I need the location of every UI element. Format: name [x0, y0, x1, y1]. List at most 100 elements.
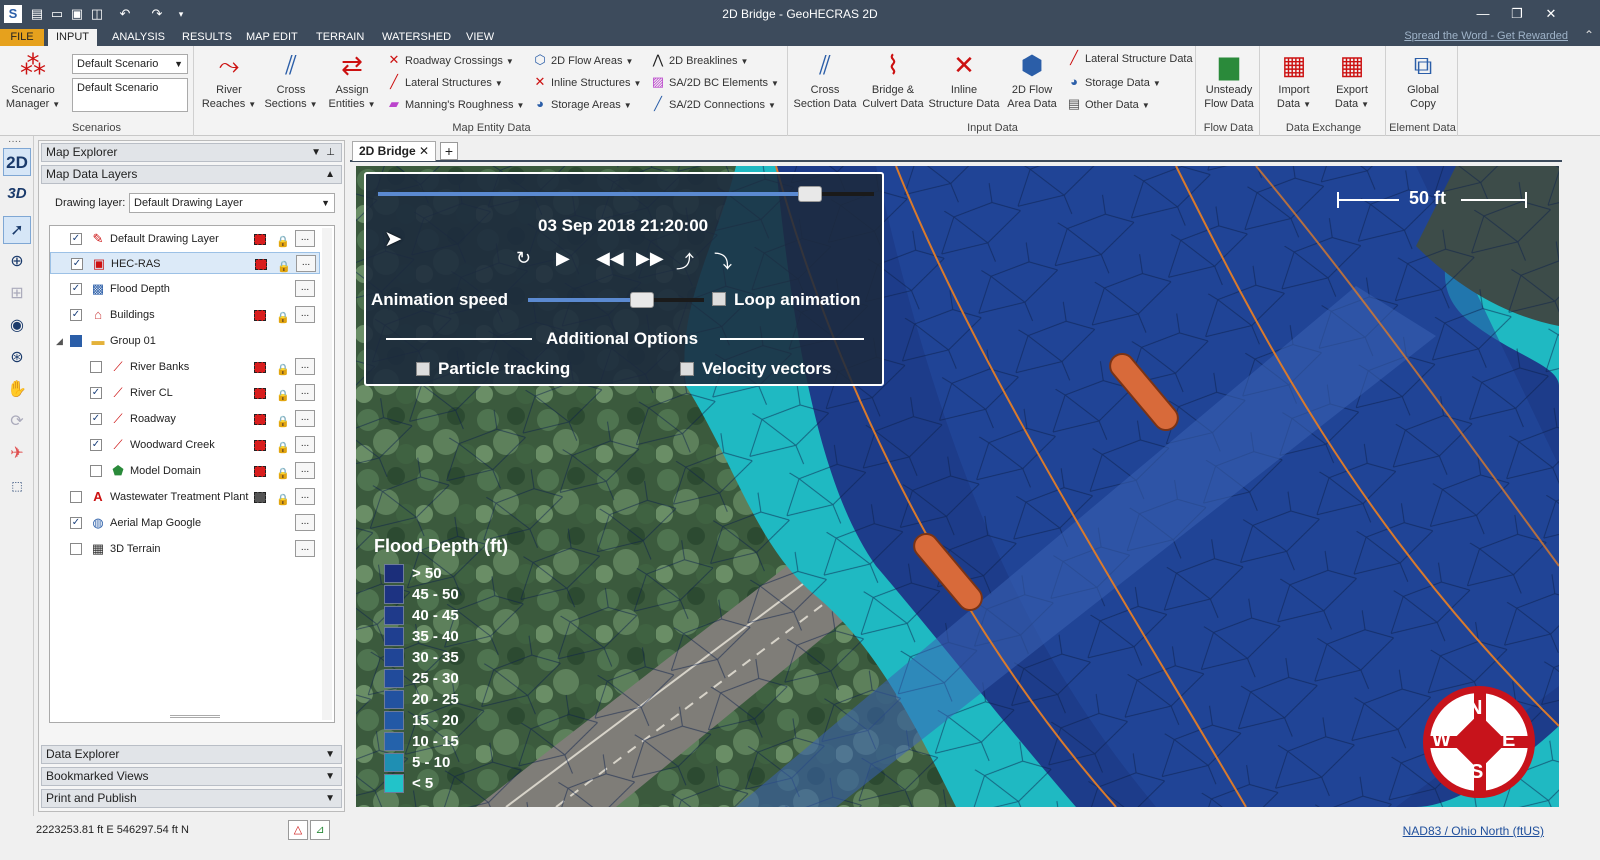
inline-structures-button[interactable]: ✕ Inline Structures ▼	[532, 72, 642, 92]
lock-icon[interactable]: 🔒	[277, 256, 291, 273]
tab-file[interactable]: FILE	[0, 29, 44, 46]
river-reaches-button[interactable]: ⤳ River Reaches ▼	[200, 49, 258, 115]
zoom-extents-icon[interactable]: ⊛	[3, 344, 31, 372]
velocity-vectors-checkbox[interactable]	[680, 362, 694, 376]
drawing-layer-combo[interactable]: Default Drawing Layer ▼	[129, 193, 335, 213]
layer-options-button[interactable]: ...	[295, 436, 315, 453]
layer-row[interactable]: ✓ ⟋ Roadway 🔒 ...	[50, 408, 320, 430]
layer-color-swatch[interactable]	[254, 492, 266, 503]
2d-breaklines-button[interactable]: ⋀ 2D Breaklines ▼	[650, 50, 749, 70]
close-button[interactable]: ✕	[1536, 2, 1566, 26]
lateral-structures-button[interactable]: ╱ Lateral Structures ▼	[386, 72, 503, 92]
bookmarked-views-header[interactable]: Bookmarked Views ▼	[41, 767, 342, 786]
layer-row[interactable]: A Wastewater Treatment Plant 🔒 ...	[50, 486, 320, 508]
particle-tracking-checkbox[interactable]	[416, 362, 430, 376]
promo-link[interactable]: Spread the Word - Get Rewarded	[1404, 30, 1568, 42]
layer-checkbox[interactable]: ✓	[70, 309, 82, 321]
speed-slider-thumb[interactable]	[630, 292, 655, 308]
layer-row[interactable]: ▦ 3D Terrain ...	[50, 538, 320, 560]
unsteady-flow-data-button[interactable]: ▆ Unsteady Flow Data	[1200, 49, 1258, 115]
print-publish-header[interactable]: Print and Publish ▼	[41, 789, 342, 808]
scenario-combo[interactable]: Default Scenario ▼	[72, 54, 188, 74]
layer-options-button[interactable]: ...	[295, 462, 315, 479]
2d-flow-areas-button[interactable]: ⬡ 2D Flow Areas ▼	[532, 50, 633, 70]
layer-options-button[interactable]: ...	[295, 384, 315, 401]
layer-color-swatch[interactable]	[254, 362, 266, 373]
layer-color-swatch[interactable]	[254, 440, 266, 451]
lock-icon[interactable]: 🔒	[276, 231, 290, 248]
lateral-structure-data-button[interactable]: ╱ Lateral Structure Data	[1066, 48, 1193, 68]
layer-row[interactable]: ✓ ⟋ Woodward Creek 🔒 ...	[50, 434, 320, 456]
restore-button[interactable]: ❐	[1502, 2, 1532, 26]
profile-icon[interactable]: ⬚	[3, 472, 31, 500]
layer-checkbox[interactable]	[90, 465, 102, 477]
minimize-button[interactable]: —	[1468, 2, 1498, 26]
tab-watershed[interactable]: WATERSHED	[374, 29, 459, 46]
layer-row[interactable]: ✓ ▣ HEC-RAS 🔒 ...	[50, 252, 320, 274]
layer-checkbox[interactable]	[90, 361, 102, 373]
layer-color-swatch[interactable]	[254, 414, 266, 425]
2d-flow-area-data-button[interactable]: ⬢ 2D Flow Area Data	[1002, 49, 1062, 115]
layer-options-button[interactable]: ...	[296, 255, 316, 272]
layer-color-swatch[interactable]	[254, 234, 266, 245]
add-tab-button[interactable]: +	[440, 142, 458, 160]
ortho-icon[interactable]: ⊿	[310, 820, 330, 840]
layer-options-button[interactable]: ...	[295, 488, 315, 505]
zoom-in-icon[interactable]: ⊕	[3, 248, 31, 276]
layer-color-swatch[interactable]	[254, 466, 266, 477]
export-data-button[interactable]: ▦ Export Data ▼	[1326, 49, 1378, 115]
replay-icon[interactable]: ↻	[516, 248, 531, 269]
map-view[interactable]: 03 Sep 2018 21:20:00 ↻ ▶ ◀◀ ▶▶ ⤴ ⤵ Anima…	[356, 166, 1559, 807]
storage-data-button[interactable]: ◕ Storage Data ▼	[1066, 72, 1161, 92]
fast-forward-icon[interactable]: ▶▶	[636, 248, 664, 269]
scenario-list[interactable]: Default Scenario	[72, 78, 188, 112]
layer-checkbox[interactable]: ✓	[70, 283, 82, 295]
projection-link[interactable]: NAD83 / Ohio North (ftUS)	[1403, 824, 1544, 838]
map-data-layers-header[interactable]: Map Data Layers ▲	[41, 165, 342, 184]
layer-row[interactable]: ⬟ Model Domain 🔒 ...	[50, 460, 320, 482]
collapse-ribbon-icon[interactable]: ⌃	[1584, 28, 1594, 42]
other-data-button[interactable]: ▤ Other Data ▼	[1066, 94, 1150, 114]
layer-checkbox[interactable]	[70, 335, 82, 347]
loop-animation-checkbox[interactable]	[712, 292, 726, 306]
layer-checkbox[interactable]	[70, 491, 82, 503]
tab-input[interactable]: INPUT	[48, 29, 97, 46]
layer-color-swatch[interactable]	[254, 310, 266, 321]
layer-row[interactable]: ✓ ▩ Flood Depth ...	[50, 278, 320, 300]
pan-hand-icon[interactable]: ✋	[3, 376, 31, 404]
cross-sections-button[interactable]: ⫽ Cross Sections ▼	[262, 49, 320, 115]
snap-icon[interactable]: △	[288, 820, 308, 840]
layer-options-button[interactable]: ...	[295, 514, 315, 531]
tab-terrain[interactable]: TERRAIN	[308, 29, 372, 46]
layer-checkbox[interactable]: ✓	[71, 258, 83, 270]
storage-areas-button[interactable]: ◕ Storage Areas ▼	[532, 94, 632, 114]
layer-checkbox[interactable]: ✓	[70, 517, 82, 529]
layer-row[interactable]: ✓ ⌂ Buildings 🔒 ...	[50, 304, 320, 326]
layer-checkbox[interactable]: ✓	[90, 439, 102, 451]
lock-icon[interactable]: 🔒	[276, 359, 290, 376]
layer-checkbox[interactable]: ✓	[70, 233, 82, 245]
splitter-grip[interactable]	[170, 715, 220, 718]
step-forward-icon[interactable]: ⤵	[714, 248, 732, 274]
lock-icon[interactable]: 🔒	[276, 385, 290, 402]
layer-color-swatch[interactable]	[255, 259, 267, 270]
rewind-icon[interactable]: ◀◀	[596, 248, 624, 269]
scenario-manager-button[interactable]: ⁂ Scenario Manager ▼	[4, 49, 62, 115]
zoom-previous-icon[interactable]: ◉	[3, 312, 31, 340]
lock-icon[interactable]: 🔒	[276, 437, 290, 454]
compass-rose[interactable]: N S E W	[1423, 686, 1535, 798]
inline-structure-data-button[interactable]: ✕ Inline Structure Data	[928, 49, 1000, 115]
document-tab[interactable]: 2D Bridge ✕	[352, 141, 436, 161]
layer-options-button[interactable]: ...	[295, 280, 315, 297]
select-pointer-icon[interactable]: ➚	[3, 216, 31, 244]
layer-options-button[interactable]: ...	[295, 358, 315, 375]
layer-options-button[interactable]: ...	[295, 306, 315, 323]
global-copy-button[interactable]: ⧉ Global Copy	[1394, 49, 1452, 115]
tab-map-edit[interactable]: MAP EDIT	[238, 29, 306, 46]
layer-row[interactable]: ✓ ✎ Default Drawing Layer 🔒 ...	[50, 228, 320, 250]
layer-options-button[interactable]: ...	[295, 540, 315, 557]
import-data-button[interactable]: ▦ Import Data ▼	[1268, 49, 1320, 115]
zoom-window-icon[interactable]: ⊞	[3, 280, 31, 308]
step-back-icon[interactable]: ⤴	[676, 248, 694, 274]
layer-checkbox[interactable]	[70, 543, 82, 555]
